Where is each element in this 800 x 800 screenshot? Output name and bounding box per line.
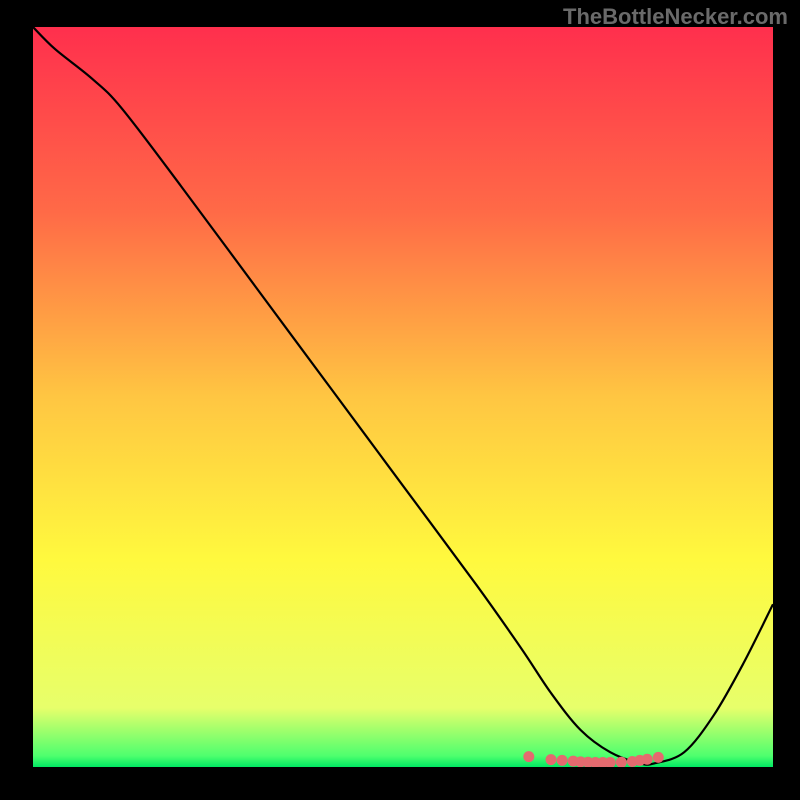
marker-dot [653, 752, 664, 763]
marker-dot [642, 754, 653, 765]
marker-dot [557, 755, 568, 766]
watermark-text: TheBottleNecker.com [563, 4, 788, 30]
marker-dot [546, 754, 557, 765]
marker-dot [523, 751, 534, 762]
chart-area [33, 27, 773, 767]
chart-svg [33, 27, 773, 767]
